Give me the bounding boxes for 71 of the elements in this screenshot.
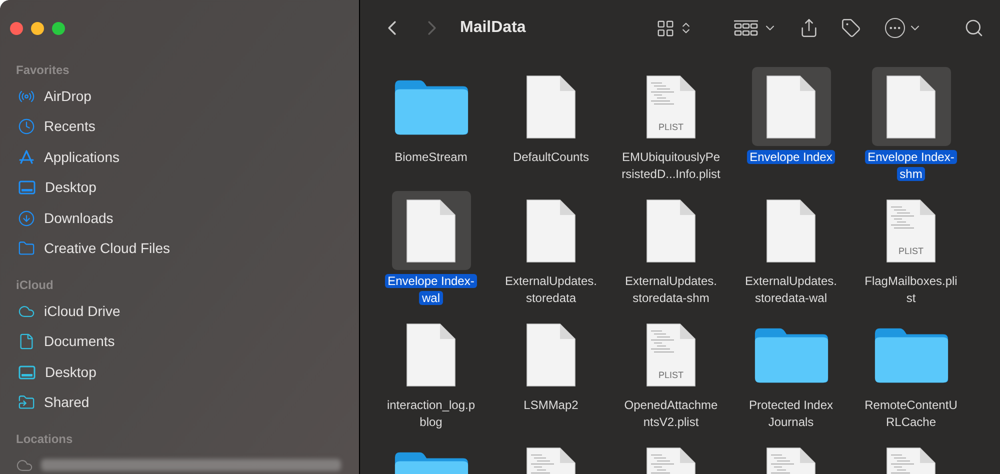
document-icon [406,198,456,262]
sidebar-item[interactable]: AirDrop [0,81,359,112]
file-icon-tile[interactable] [872,67,950,146]
section-header: Favorites [16,62,70,79]
download-icon [18,210,35,227]
document-icon [526,198,576,262]
tag-button[interactable] [841,18,861,38]
shared-folder-icon [18,394,35,412]
sidebar-item[interactable]: Documents [0,326,359,357]
close-button[interactable] [10,22,23,35]
plist-file-icon [646,322,696,386]
file-icon-tile[interactable] [392,191,470,270]
clock-icon [18,118,35,136]
plist-file-icon [886,198,936,262]
document-icon [886,74,936,138]
sidebar-item[interactable]: Applications [0,142,359,172]
file-name[interactable]: DefaultCounts [510,149,592,166]
file-name[interactable]: Envelope Index [746,149,836,166]
file-name[interactable]: ExternalUpdates. storedata-wal [742,273,840,307]
desktop-icon [18,364,36,381]
document-icon [766,74,816,138]
share-button[interactable] [799,18,819,38]
file-name[interactable]: OpenedAttachme ntsV2.plist [621,397,721,431]
minimize-button[interactable] [31,22,44,35]
document-icon [526,74,576,138]
file-name[interactable]: Protected Index Journals [746,397,836,431]
group-icon [733,19,759,37]
document-icon [526,322,576,386]
sidebar-item[interactable]: Creative Cloud Files [0,234,359,264]
file-name[interactable]: ExternalUpdates. storedata-shm [622,273,720,307]
folder-icon [18,240,35,258]
file-icon-tile[interactable]: PLIST [872,191,950,270]
sidebar-item[interactable]: Recents [0,112,359,142]
applications-icon [18,148,35,166]
sidebar-item[interactable]: Downloads [0,203,359,234]
section-header: Locations [16,431,73,448]
file-type-label: PLIST [657,369,684,382]
sidebar-item[interactable]: Desktop [0,357,359,388]
file-icon-tile[interactable] [752,67,830,146]
sidebar-item[interactable]: iCloud Drive [0,296,359,326]
search-button[interactable] [964,18,984,38]
document-icon [406,322,456,386]
file-name[interactable]: RemoteContentU RLCache [862,397,960,431]
document-icon [646,198,696,262]
desktop-icon [18,179,36,196]
file-name[interactable]: Envelope Index- wal [384,273,478,307]
section-header: iCloud [16,277,54,294]
document-icon [766,198,816,262]
window-title: MailData [460,18,526,38]
file-icon-tile[interactable]: PLIST [632,67,710,146]
document-icon [18,333,35,350]
group-button[interactable] [733,19,777,37]
plist-file-icon [646,74,696,138]
zoom-button[interactable] [52,22,65,35]
file-icon-tile[interactable]: PLIST [632,315,710,394]
file-type-label: PLIST [657,121,684,134]
file-name[interactable]: Envelope Index- shm [864,149,958,183]
file-type-label: PLIST [897,245,924,258]
tag-icon [841,18,861,38]
share-icon [799,18,819,38]
file-name[interactable]: LSMMap2 [520,397,582,414]
more-button[interactable] [885,18,922,38]
file-name[interactable]: BiomeStream [392,149,470,166]
grid-icon [656,18,675,38]
sidebar-item[interactable]: Shared [0,388,359,418]
file-name[interactable]: ExternalUpdates. storedata [502,273,600,307]
file-name[interactable]: EMUbiquitouslyPe rsistedD...Info.plist [618,149,724,183]
file-name[interactable]: interaction_log.p blog [384,397,478,431]
sidebar-item[interactable]: Desktop [0,172,359,203]
file-name[interactable]: FlagMailboxes.pli st [862,273,960,307]
search-icon [964,18,984,38]
